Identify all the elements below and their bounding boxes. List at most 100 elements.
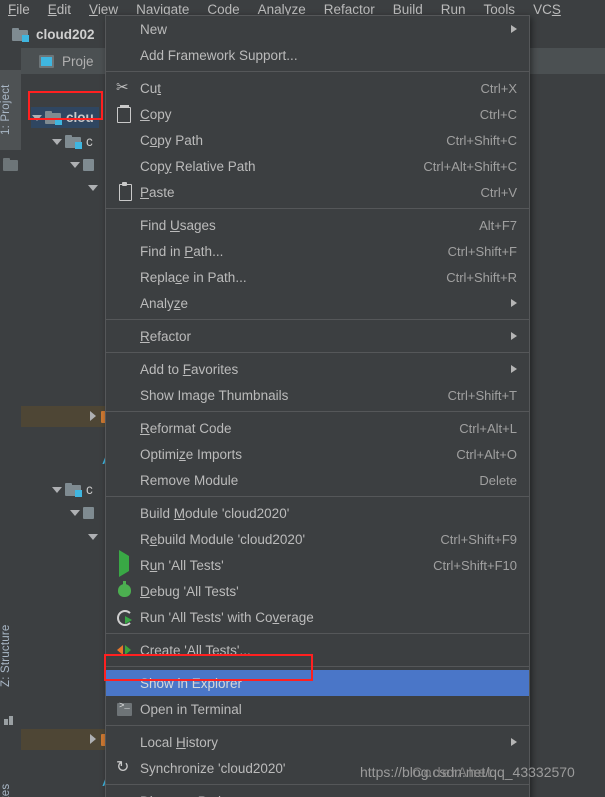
menu-item-shortcut: Ctrl+C xyxy=(479,106,517,122)
chevron-down-icon[interactable] xyxy=(87,182,98,193)
menu-item-synchronize[interactable]: ↻ Synchronize 'cloud2020' xyxy=(106,755,529,781)
menu-item-refactor[interactable]: Refactor xyxy=(106,323,529,349)
chevron-down-icon[interactable] xyxy=(69,507,80,518)
chevron-down-icon[interactable] xyxy=(51,484,62,495)
no-icon xyxy=(116,419,134,437)
menu-item-new[interactable]: New xyxy=(106,16,529,42)
menu-item-label: Open in Terminal xyxy=(140,701,242,717)
menu-item-shortcut: Ctrl+Shift+C xyxy=(446,132,517,148)
copy-icon xyxy=(116,105,134,123)
sidebar-item-project[interactable]: 1: Project xyxy=(0,70,21,150)
menu-item-add-framework-support[interactable]: Add Framework Support... xyxy=(106,42,529,68)
menu-item-analyze[interactable]: Analyze xyxy=(106,290,529,316)
tree-node-child[interactable]: c xyxy=(51,131,109,152)
chevron-right-icon xyxy=(511,738,517,746)
menu-item-shortcut: Ctrl+Shift+T xyxy=(447,387,517,403)
menu-item-label: Show in Explorer xyxy=(140,675,243,691)
menu-item-open-in-terminal[interactable]: Open in Terminal xyxy=(106,696,529,722)
menu-item-label: Optimize Imports xyxy=(140,446,243,462)
source-folder-icon xyxy=(83,506,94,519)
tree-node-modified[interactable] xyxy=(21,406,118,427)
menu-item-label: Remove Module xyxy=(140,472,239,488)
no-icon xyxy=(116,327,134,345)
menu-item-cut[interactable]: ✂ Cut Ctrl+X xyxy=(106,75,529,101)
menu-item-label: Replace in Path... xyxy=(140,269,247,285)
menu-item-run-all-tests[interactable]: Run 'All Tests' Ctrl+Shift+F10 xyxy=(106,550,529,578)
menu-item-debug-all-tests[interactable]: Debug 'All Tests' xyxy=(106,578,529,604)
menu-separator xyxy=(106,411,529,412)
tree-node-child[interactable]: c xyxy=(51,479,111,500)
menu-item-optimize-imports[interactable]: Optimize Imports Ctrl+Alt+O xyxy=(106,441,529,467)
project-name-label: cloud202 xyxy=(36,26,95,42)
menu-item-shortcut: Ctrl+Shift+R xyxy=(446,269,517,285)
chevron-down-icon[interactable] xyxy=(69,159,80,170)
run-icon xyxy=(116,550,134,577)
menu-item-local-history[interactable]: Local History xyxy=(106,729,529,755)
left-tool-strip[interactable]: 1: Project Z: Structure orites xyxy=(0,68,22,797)
menu-separator xyxy=(106,319,529,320)
no-icon xyxy=(116,131,134,149)
menubar-item-vcs[interactable]: VCS xyxy=(533,0,561,20)
no-icon xyxy=(116,242,134,260)
menu-item-label: Find in Path... xyxy=(140,243,224,259)
menu-item-directory-path[interactable]: Directory Path xyxy=(106,788,529,797)
menu-item-shortcut: Ctrl+Alt+O xyxy=(456,446,517,462)
module-folder-icon xyxy=(65,483,82,497)
menu-item-replace-in-path[interactable]: Replace in Path... Ctrl+Shift+R xyxy=(106,264,529,290)
menu-item-label: Add to Favorites xyxy=(140,361,239,377)
chevron-down-icon[interactable] xyxy=(31,112,42,123)
sidebar-item-favorites[interactable]: orites xyxy=(0,758,21,797)
menu-separator xyxy=(106,208,529,209)
menu-separator xyxy=(106,666,529,667)
menu-item-build-module[interactable]: Build Module 'cloud2020' xyxy=(106,500,529,526)
chevron-right-icon xyxy=(511,299,517,307)
menu-item-rebuild-module[interactable]: Rebuild Module 'cloud2020' Ctrl+Shift+F9 xyxy=(106,526,529,552)
menu-item-label: Paste xyxy=(140,184,175,200)
menubar-item-edit[interactable]: Edit xyxy=(48,0,71,20)
menu-item-shortcut: Ctrl+Alt+L xyxy=(459,420,517,436)
chevron-right-icon[interactable] xyxy=(87,734,98,745)
menu-item-show-in-explorer[interactable]: Show in Explorer xyxy=(106,670,529,696)
menu-item-find-usages[interactable]: Find Usages Alt+F7 xyxy=(106,212,529,238)
menu-separator xyxy=(106,633,529,634)
menu-item-find-in-path[interactable]: Find in Path... Ctrl+Shift+F xyxy=(106,238,529,264)
menu-item-label: Copy xyxy=(140,106,172,122)
menu-item-run-with-coverage[interactable]: Run 'All Tests' with Coverage xyxy=(106,604,529,630)
tree-node-modified[interactable] xyxy=(21,729,118,750)
terminal-icon xyxy=(116,700,134,718)
paste-icon xyxy=(116,182,134,201)
tree-node-module-root[interactable]: clou xyxy=(31,107,99,128)
menu-item-paste[interactable]: Paste Ctrl+V xyxy=(106,179,529,205)
menu-item-shortcut: Ctrl+Shift+F10 xyxy=(433,557,517,573)
context-menu[interactable]: New Add Framework Support... ✂ Cut Ctrl+… xyxy=(105,15,530,797)
menu-item-label: Add Framework Support... xyxy=(140,47,298,63)
menu-item-create-all-tests[interactable]: Create 'All Tests'... xyxy=(106,637,529,663)
no-icon xyxy=(116,733,134,751)
menu-item-add-to-favorites[interactable]: Add to Favorites xyxy=(106,356,529,382)
no-icon xyxy=(116,504,134,522)
sync-icon: ↻ xyxy=(116,759,130,776)
menu-item-label: Build Module 'cloud2020' xyxy=(140,505,290,521)
chevron-right-icon[interactable] xyxy=(87,411,98,422)
menu-item-show-image-thumbnails[interactable]: Show Image Thumbnails Ctrl+Shift+T xyxy=(106,382,529,408)
no-icon xyxy=(116,386,134,404)
menu-item-shortcut: Ctrl+Shift+F9 xyxy=(440,531,517,547)
sidebar-item-structure[interactable]: Z: Structure xyxy=(0,608,21,704)
chevron-down-icon[interactable] xyxy=(87,531,98,542)
menu-item-copy[interactable]: Copy Ctrl+C xyxy=(106,101,529,127)
no-icon xyxy=(116,294,134,312)
menu-item-label: Synchronize 'cloud2020' xyxy=(140,760,286,776)
menu-item-shortcut: Alt+F7 xyxy=(479,217,517,233)
project-folder-icon xyxy=(3,158,18,171)
menu-item-reformat-code[interactable]: Reformat Code Ctrl+Alt+L xyxy=(106,415,529,441)
menu-item-label: Create 'All Tests'... xyxy=(140,642,251,658)
menu-item-remove-module[interactable]: Remove Module Delete xyxy=(106,467,529,493)
chevron-down-icon[interactable] xyxy=(51,136,62,147)
menu-item-label: Copy Relative Path xyxy=(140,158,256,174)
menu-item-copy-relative-path[interactable]: Copy Relative Path Ctrl+Alt+Shift+C xyxy=(106,153,529,179)
menu-separator xyxy=(106,725,529,726)
scissors-icon: ✂ xyxy=(116,79,129,96)
menubar-item-file[interactable]: File xyxy=(8,0,30,20)
menu-item-copy-path[interactable]: Copy Path Ctrl+Shift+C xyxy=(106,127,529,153)
source-folder-icon xyxy=(83,158,94,171)
